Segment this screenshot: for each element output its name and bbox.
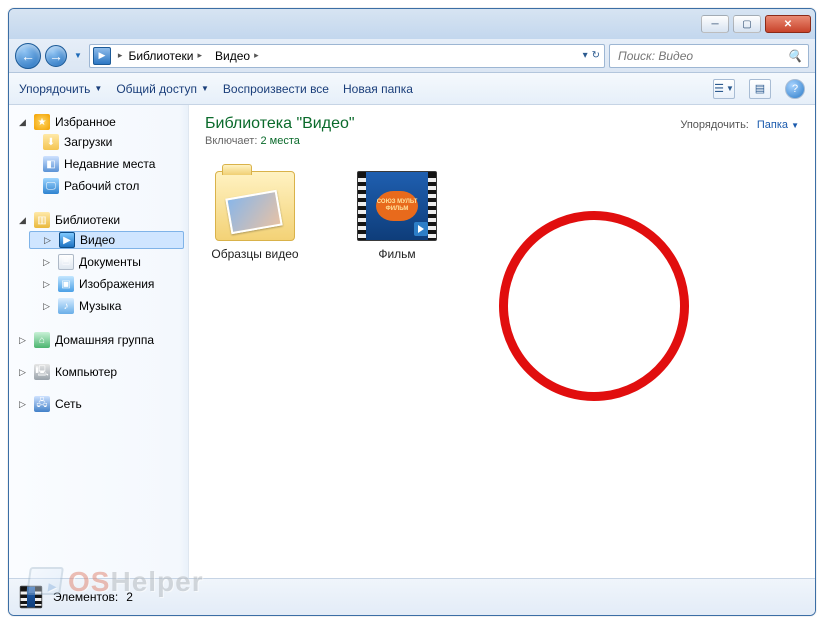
homegroup-icon: ⌂ bbox=[34, 332, 50, 348]
music-icon: ♪ bbox=[58, 298, 74, 314]
chevron-right-icon: ▸ bbox=[197, 50, 202, 61]
content-pane[interactable]: Библиотека "Видео" Включает: 2 места Упо… bbox=[189, 105, 815, 578]
breadcrumb-bar[interactable]: ▶ ▸ Библиотеки ▸ Видео ▸ ▾ ↻ bbox=[89, 44, 605, 68]
refresh-icon[interactable]: ↻ bbox=[592, 50, 600, 61]
arrange-by: Упорядочить: Папка ▼ bbox=[680, 119, 799, 131]
video-thumbnail-badge: СОЮЗ МУЛЬТ ФИЛЬМ bbox=[376, 191, 418, 221]
tree-network[interactable]: ▷ 🖧 Сеть bbox=[19, 395, 188, 413]
play-overlay-icon bbox=[414, 222, 428, 236]
tree-homegroup[interactable]: ▷ ⌂ Домашняя группа bbox=[19, 331, 188, 349]
titlebar: ─ ▢ ✕ bbox=[9, 9, 815, 39]
libraries-icon: ▥ bbox=[34, 212, 50, 228]
watermark-icon bbox=[26, 567, 64, 595]
search-box[interactable]: 🔍 bbox=[609, 44, 809, 68]
breadcrumb-label: Видео bbox=[215, 49, 250, 63]
breadcrumb-segment[interactable]: Видео ▸ bbox=[209, 45, 266, 67]
folder-icon bbox=[215, 171, 295, 241]
navigation-row: ← → ▼ ▶ ▸ Библиотеки ▸ Видео ▸ ▾ ↻ 🔍 bbox=[9, 39, 815, 73]
star-icon: ★ bbox=[34, 114, 50, 130]
tree-item-recent[interactable]: ◧ Недавние места bbox=[29, 155, 188, 173]
video-icon: ▶ bbox=[59, 232, 75, 248]
image-icon: ▣ bbox=[58, 276, 74, 292]
expand-icon[interactable]: ▷ bbox=[43, 257, 53, 268]
tree-item-music[interactable]: ▷ ♪ Музыка bbox=[29, 297, 188, 315]
share-menu[interactable]: Общий доступ▼ bbox=[116, 82, 209, 96]
document-icon: 🗎 bbox=[58, 254, 74, 270]
explorer-window: ─ ▢ ✕ ← → ▼ ▶ ▸ Библиотеки ▸ Видео ▸ ▾ ↻… bbox=[8, 8, 816, 616]
video-library-icon: ▶ bbox=[93, 47, 111, 65]
chevron-right-icon: ▸ bbox=[254, 50, 259, 61]
watermark: OSHelper bbox=[28, 566, 204, 598]
collapse-icon[interactable]: ◢ bbox=[19, 117, 29, 128]
navigation-pane: ◢ ★ Избранное ⬇ Загрузки ◧ Недавние мест… bbox=[9, 105, 189, 578]
expand-icon[interactable]: ▷ bbox=[43, 301, 53, 312]
tree-computer[interactable]: ▷ 🖳 Компьютер bbox=[19, 363, 188, 381]
tree-item-video[interactable]: ▷ ▶ Видео bbox=[29, 231, 184, 249]
nav-back-button[interactable]: ← bbox=[15, 43, 41, 69]
help-button[interactable]: ? bbox=[785, 79, 805, 99]
organize-menu[interactable]: Упорядочить▼ bbox=[19, 82, 102, 96]
chevron-down-icon: ▼ bbox=[94, 84, 102, 93]
expand-icon[interactable]: ▷ bbox=[43, 279, 53, 290]
desktop-icon: 🖵 bbox=[43, 178, 59, 194]
search-input[interactable] bbox=[616, 48, 783, 64]
expand-icon[interactable]: ▷ bbox=[19, 335, 29, 346]
new-folder-button[interactable]: Новая папка bbox=[343, 82, 413, 96]
video-file-icon: СОЮЗ МУЛЬТ ФИЛЬМ bbox=[357, 171, 437, 241]
arrange-by-menu[interactable]: Папка ▼ bbox=[757, 119, 799, 131]
explorer-body: ◢ ★ Избранное ⬇ Загрузки ◧ Недавние мест… bbox=[9, 105, 815, 579]
chevron-down-icon: ▼ bbox=[201, 84, 209, 93]
item-label: Образцы видео bbox=[205, 247, 305, 261]
command-bar: Упорядочить▼ Общий доступ▼ Воспроизвести… bbox=[9, 73, 815, 105]
computer-icon: 🖳 bbox=[34, 364, 50, 380]
close-button[interactable]: ✕ bbox=[765, 15, 811, 33]
library-subtitle: Включает: 2 места bbox=[205, 135, 799, 147]
expand-icon[interactable]: ▷ bbox=[19, 399, 29, 410]
video-file-item[interactable]: СОЮЗ МУЛЬТ ФИЛЬМ Фильм bbox=[347, 171, 447, 261]
collapse-icon[interactable]: ◢ bbox=[19, 215, 29, 226]
tree-libraries[interactable]: ◢ ▥ Библиотеки bbox=[19, 211, 188, 229]
minimize-button[interactable]: ─ bbox=[701, 15, 729, 33]
play-all-button[interactable]: Воспроизвести все bbox=[223, 82, 329, 96]
items-grid: Образцы видео СОЮЗ МУЛЬТ ФИЛЬМ Фильм bbox=[205, 171, 799, 261]
tree-item-images[interactable]: ▷ ▣ Изображения bbox=[29, 275, 188, 293]
tree-item-documents[interactable]: ▷ 🗎 Документы bbox=[29, 253, 188, 271]
item-label: Фильм bbox=[347, 247, 447, 261]
view-options-button[interactable]: ☰ ▼ bbox=[713, 79, 735, 99]
recent-icon: ◧ bbox=[43, 156, 59, 172]
folder-item[interactable]: Образцы видео bbox=[205, 171, 305, 261]
expand-icon[interactable]: ▷ bbox=[19, 367, 29, 378]
expand-icon[interactable]: ▷ bbox=[44, 235, 54, 246]
network-icon: 🖧 bbox=[34, 396, 50, 412]
nav-history-dropdown[interactable]: ▼ bbox=[71, 51, 85, 60]
download-folder-icon: ⬇ bbox=[43, 134, 59, 150]
nav-forward-button[interactable]: → bbox=[45, 45, 67, 67]
maximize-button[interactable]: ▢ bbox=[733, 15, 761, 33]
tree-item-desktop[interactable]: 🖵 Рабочий стол bbox=[29, 177, 188, 195]
includes-link[interactable]: 2 места bbox=[260, 135, 299, 147]
breadcrumb-dropdown-icon[interactable]: ▾ bbox=[583, 50, 588, 61]
tree-item-downloads[interactable]: ⬇ Загрузки bbox=[29, 133, 188, 151]
chevron-down-icon: ▼ bbox=[791, 121, 799, 130]
search-icon: 🔍 bbox=[787, 49, 802, 63]
breadcrumb-segment[interactable]: Библиотеки ▸ bbox=[122, 45, 209, 67]
breadcrumb-label: Библиотеки bbox=[128, 49, 193, 63]
tree-favorites[interactable]: ◢ ★ Избранное bbox=[19, 113, 188, 131]
preview-pane-button[interactable]: ▤ bbox=[749, 79, 771, 99]
